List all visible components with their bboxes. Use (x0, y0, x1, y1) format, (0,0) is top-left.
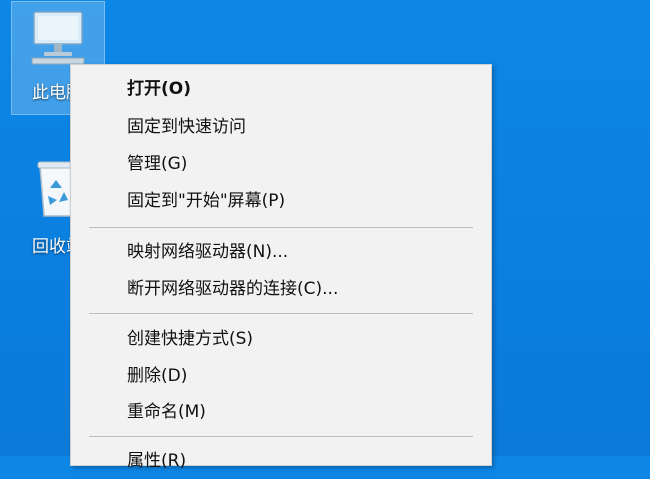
menu-item-create-shortcut[interactable]: 创建快捷方式(S) (71, 321, 491, 357)
menu-item-disconnect-network-drive[interactable]: 断开网络驱动器的连接(C)... (71, 271, 491, 307)
context-menu: 打开(O) 固定到快速访问 管理(G) 固定到"开始"屏幕(P) 映射网络驱动器… (70, 64, 492, 471)
desktop[interactable]: 此电脑 回收站 打开(O) 固定到快速访问 管理(G) 固定到"开始"屏幕(P)… (0, 0, 650, 471)
menu-separator (89, 227, 473, 228)
menu-item-properties[interactable]: 属性(R) (71, 443, 491, 479)
menu-item-rename[interactable]: 重命名(M) (71, 394, 491, 430)
menu-separator (89, 313, 473, 314)
menu-item-map-network-drive[interactable]: 映射网络驱动器(N)... (71, 234, 491, 270)
menu-separator (89, 436, 473, 437)
menu-item-delete[interactable]: 删除(D) (71, 358, 491, 394)
menu-item-pin-quick-access[interactable]: 固定到快速访问 (71, 109, 491, 145)
computer-icon (12, 10, 104, 70)
menu-item-open[interactable]: 打开(O) (71, 71, 491, 107)
menu-item-pin-start[interactable]: 固定到"开始"屏幕(P) (71, 183, 491, 219)
menu-item-manage[interactable]: 管理(G) (71, 146, 491, 182)
